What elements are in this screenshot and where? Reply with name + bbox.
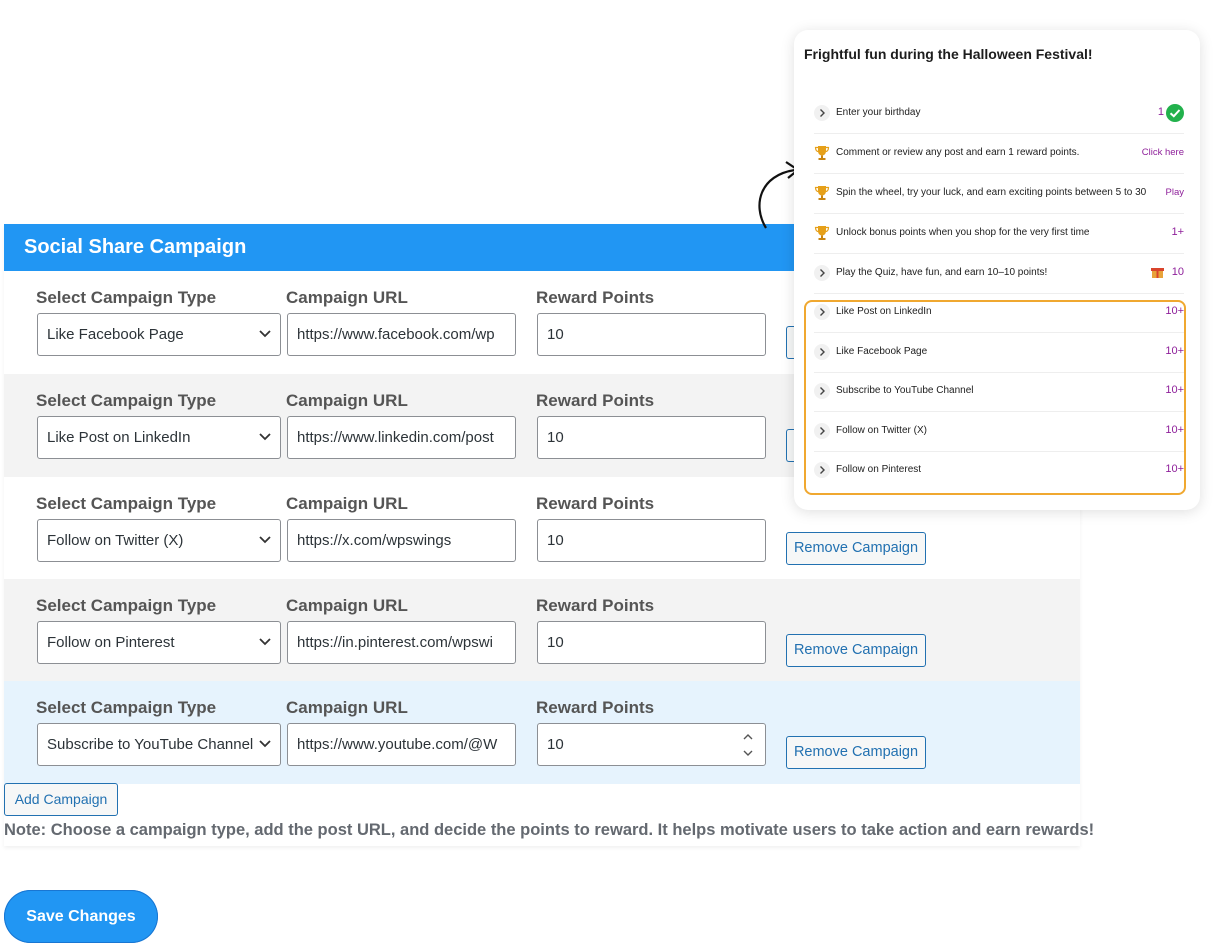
task-text: Comment or review any post and earn 1 re…: [836, 147, 1080, 158]
chevron-right-icon: [814, 344, 830, 360]
reward-points-label: Reward Points: [536, 494, 655, 513]
chevron-right-icon: [814, 423, 830, 439]
task-points: 10+: [1165, 424, 1184, 436]
reward-points-input[interactable]: 10: [537, 416, 766, 459]
campaign-type-label: Select Campaign Type: [36, 494, 217, 513]
chevron-right-icon: [814, 105, 830, 121]
reward-points-label: Reward Points: [536, 596, 655, 615]
task-points: 10+: [1165, 345, 1184, 357]
task-text: Subscribe to YouTube Channel: [836, 385, 974, 396]
card-title: Frightful fun during the Halloween Festi…: [804, 46, 1093, 62]
campaign-type-value: Follow on Twitter (X): [47, 532, 184, 549]
campaign-note: Note: Choose a campaign type, add the po…: [4, 821, 1095, 839]
campaign-type-value: Like Facebook Page: [47, 326, 184, 343]
reward-points-input[interactable]: 10: [537, 723, 766, 766]
campaign-url-label: Campaign URL: [286, 494, 408, 513]
chevron-right-icon: [814, 265, 830, 281]
task-text: Like Post on LinkedIn: [836, 306, 932, 317]
task-points: 10: [1171, 266, 1184, 278]
campaign-url-label: Campaign URL: [286, 391, 408, 410]
campaign-type-select[interactable]: Follow on Twitter (X): [37, 519, 281, 562]
reward-points-input[interactable]: 10: [537, 519, 766, 562]
campaign-type-select[interactable]: Follow on Pinterest: [37, 621, 281, 664]
trophy-icon: [814, 226, 830, 240]
save-changes-button[interactable]: Save Changes: [4, 890, 158, 943]
task-text: Like Facebook Page: [836, 346, 928, 357]
campaign-url-input[interactable]: https://www.linkedin.com/post: [287, 416, 516, 459]
trophy-icon: [814, 186, 830, 200]
gift-icon: [1151, 268, 1164, 278]
remove-campaign-button[interactable]: Remove Campaign: [786, 532, 926, 565]
campaign-url-label: Campaign URL: [286, 698, 408, 717]
chevron-right-icon: [814, 462, 830, 478]
reward-points-value: 10: [547, 736, 564, 753]
reward-task-item[interactable]: Unlock bonus points when you shop for th…: [814, 214, 1184, 254]
reward-task-item[interactable]: Follow on Twitter (X) 10+: [814, 412, 1184, 452]
chevron-right-icon: [814, 383, 830, 399]
campaign-row: Select Campaign Type Campaign URL Reward…: [4, 681, 1080, 784]
reward-task-item[interactable]: Enter your birthday 1: [814, 94, 1184, 134]
chevron-down-icon: [259, 740, 271, 748]
reward-task-item[interactable]: Subscribe to YouTube Channel 10+: [814, 372, 1184, 412]
campaign-type-label: Select Campaign Type: [36, 288, 217, 307]
task-text: Follow on Pinterest: [836, 464, 922, 475]
click-here-link[interactable]: Click here: [1142, 147, 1184, 158]
campaign-type-value: Like Post on LinkedIn: [47, 429, 191, 446]
reward-points-label: Reward Points: [536, 698, 655, 717]
chevron-down-icon: [259, 330, 271, 338]
chevron-down-icon: [259, 433, 271, 441]
chevron-right-icon: [814, 304, 830, 320]
add-campaign-button[interactable]: Add Campaign: [4, 783, 118, 816]
campaign-row: Select Campaign Type Campaign URL Reward…: [4, 579, 1080, 682]
campaign-type-label: Select Campaign Type: [36, 698, 217, 717]
reward-points-label: Reward Points: [536, 288, 655, 307]
campaign-type-value: Follow on Pinterest: [47, 634, 175, 651]
campaign-type-select[interactable]: Subscribe to YouTube Channel: [37, 723, 281, 766]
task-text: Follow on Twitter (X): [836, 425, 927, 436]
task-text: Spin the wheel, try your luck, and earn …: [836, 187, 1147, 198]
reward-points-input[interactable]: 10: [537, 621, 766, 664]
number-spinner-icon[interactable]: [743, 732, 753, 758]
campaign-url-label: Campaign URL: [286, 596, 408, 615]
task-points: 10+: [1165, 384, 1184, 396]
reward-task-item[interactable]: Comment or review any post and earn 1 re…: [814, 134, 1184, 174]
remove-campaign-button[interactable]: Remove Campaign: [786, 736, 926, 769]
campaign-type-select[interactable]: Like Post on LinkedIn: [37, 416, 281, 459]
task-points: 10+: [1165, 305, 1184, 317]
campaign-url-label: Campaign URL: [286, 288, 408, 307]
task-text: Play the Quiz, have fun, and earn 10–10 …: [836, 267, 1048, 278]
campaign-type-label: Select Campaign Type: [36, 391, 217, 410]
task-text: Enter your birthday: [836, 107, 921, 118]
campaign-url-input[interactable]: https://www.facebook.com/wp: [287, 313, 516, 356]
reward-points-input[interactable]: 10: [537, 313, 766, 356]
reward-points-label: Reward Points: [536, 391, 655, 410]
campaign-type-label: Select Campaign Type: [36, 596, 217, 615]
chevron-down-icon: [259, 536, 271, 544]
reward-task-item[interactable]: Like Facebook Page 10+: [814, 333, 1184, 373]
campaign-type-select[interactable]: Like Facebook Page: [37, 313, 281, 356]
reward-task-item[interactable]: Play the Quiz, have fun, and earn 10–10 …: [814, 254, 1184, 294]
chevron-down-icon: [259, 638, 271, 646]
task-points: 10+: [1165, 463, 1184, 475]
reward-task-item[interactable]: Follow on Pinterest 10+: [814, 451, 1184, 490]
task-points: 1: [1157, 106, 1164, 118]
campaign-url-input[interactable]: https://x.com/wpswings: [287, 519, 516, 562]
play-link[interactable]: Play: [1166, 187, 1184, 198]
remove-campaign-button[interactable]: Remove Campaign: [786, 634, 926, 667]
campaign-url-input[interactable]: https://in.pinterest.com/wpswi: [287, 621, 516, 664]
rewards-preview-card: Frightful fun during the Halloween Festi…: [794, 30, 1200, 510]
checkmark-icon: [1166, 104, 1184, 122]
campaign-url-input[interactable]: https://www.youtube.com/@W: [287, 723, 516, 766]
reward-task-item[interactable]: Like Post on LinkedIn 10+: [814, 293, 1184, 333]
trophy-icon: [814, 146, 830, 160]
task-points: 1+: [1171, 226, 1184, 238]
campaign-type-value: Subscribe to YouTube Channel: [47, 736, 254, 753]
task-text: Unlock bonus points when you shop for th…: [836, 227, 1090, 238]
reward-task-item[interactable]: Spin the wheel, try your luck, and earn …: [814, 174, 1184, 214]
